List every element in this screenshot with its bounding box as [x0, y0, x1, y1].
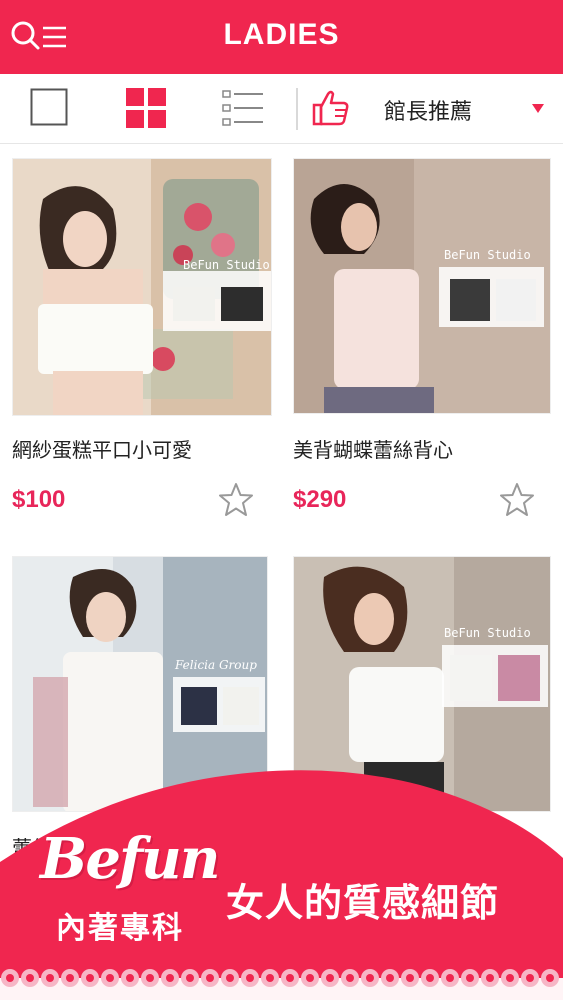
- promo-banner[interactable]: Befun 內著專科 女人的質感細節: [0, 0, 563, 1000]
- banner-slogan: 女人的質感細節: [226, 881, 500, 925]
- brand-logo: Befun: [40, 826, 220, 892]
- app-screen: LADIES 館長推薦 BeFun Studio 網紗蛋糕平口小可愛 $100 …: [0, 0, 563, 1000]
- brand-tagline: 內著專科: [56, 911, 184, 946]
